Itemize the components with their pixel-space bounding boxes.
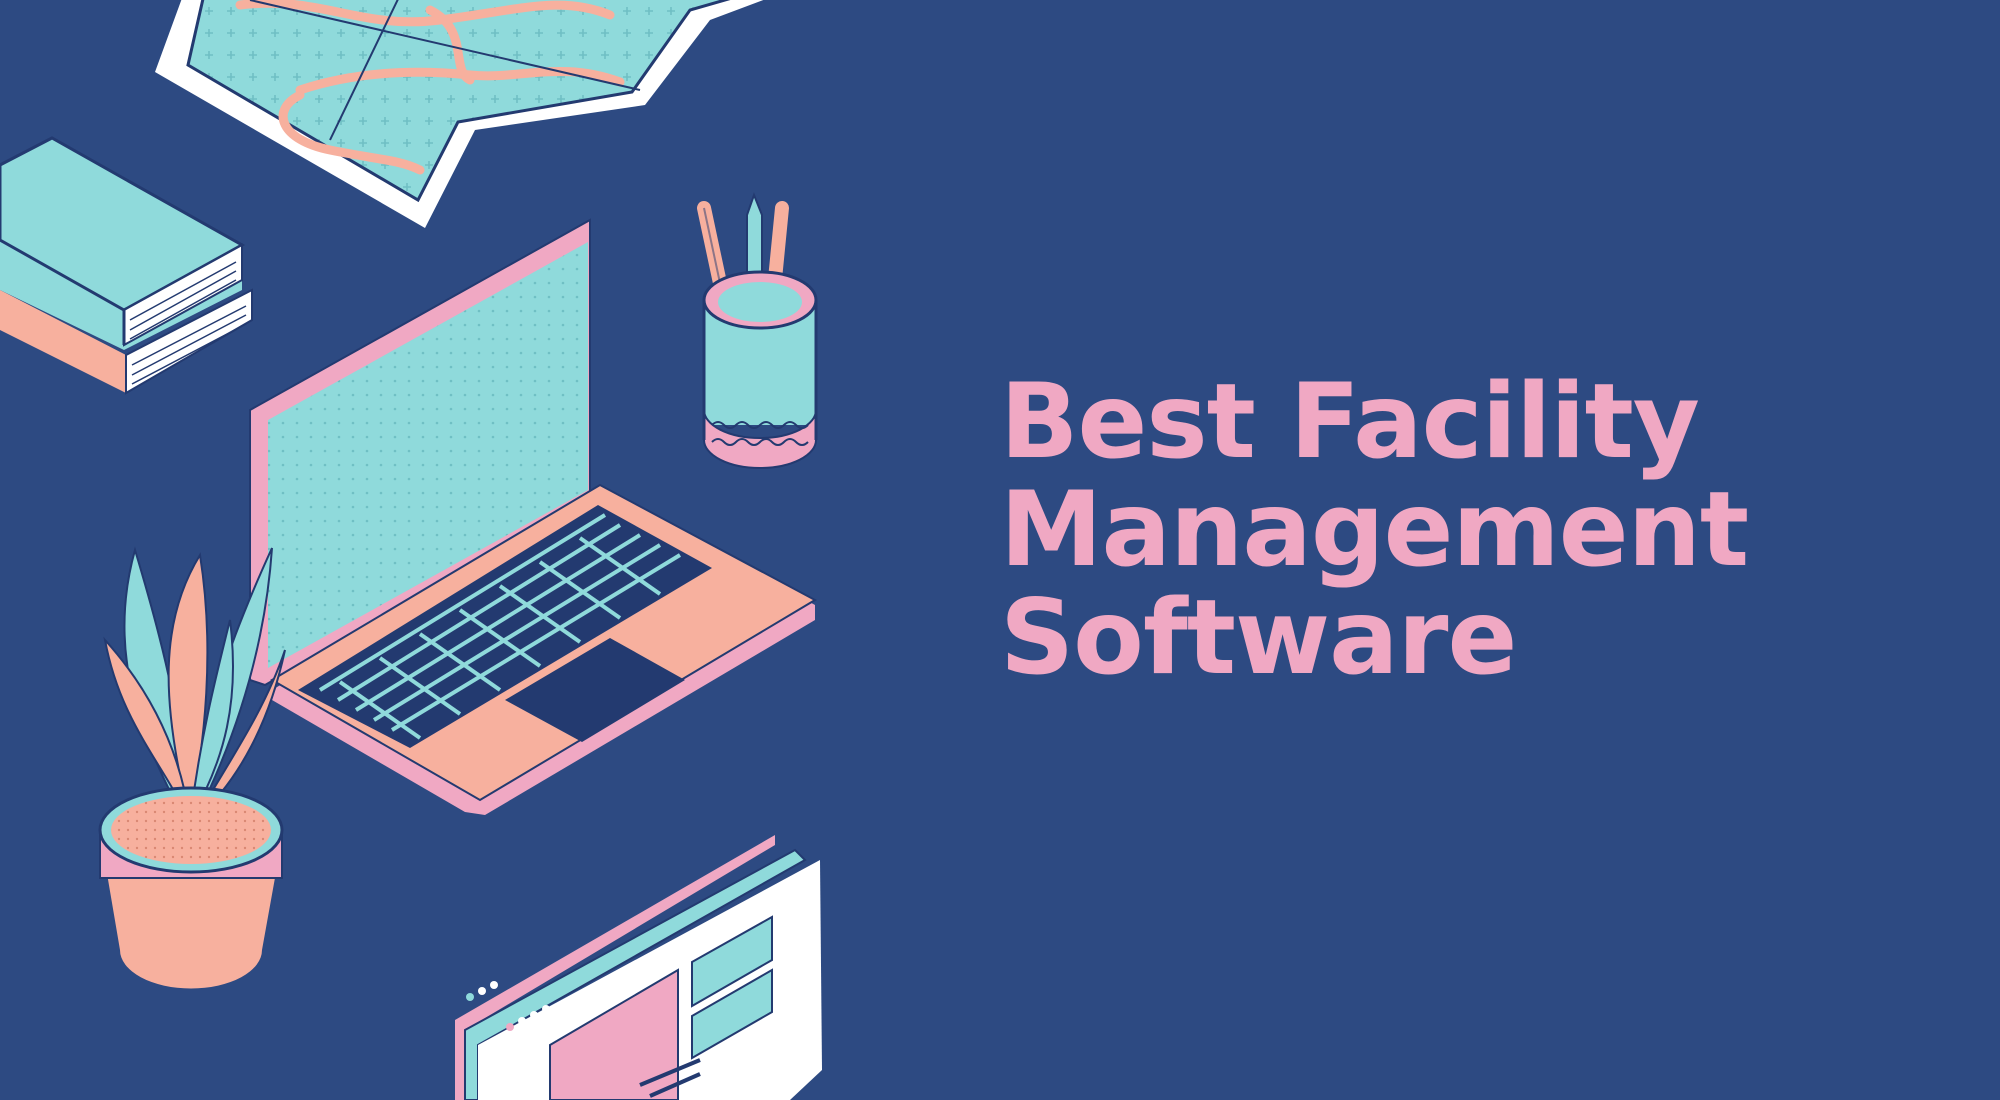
pencil-cup-icon bbox=[697, 192, 818, 469]
browser-window-icon bbox=[455, 835, 822, 1100]
book-stack-icon bbox=[0, 136, 253, 395]
folded-map-icon bbox=[155, 0, 764, 228]
title-line-3: Software bbox=[1000, 578, 1517, 698]
potted-plant-icon bbox=[98, 546, 286, 989]
title-line-1: Best Facility bbox=[1000, 362, 1700, 482]
hero-banner: Best Facility Management Software bbox=[0, 0, 2000, 1100]
page-title: Best Facility Management Software bbox=[1000, 362, 1749, 698]
title-line-2: Management bbox=[1000, 470, 1749, 590]
